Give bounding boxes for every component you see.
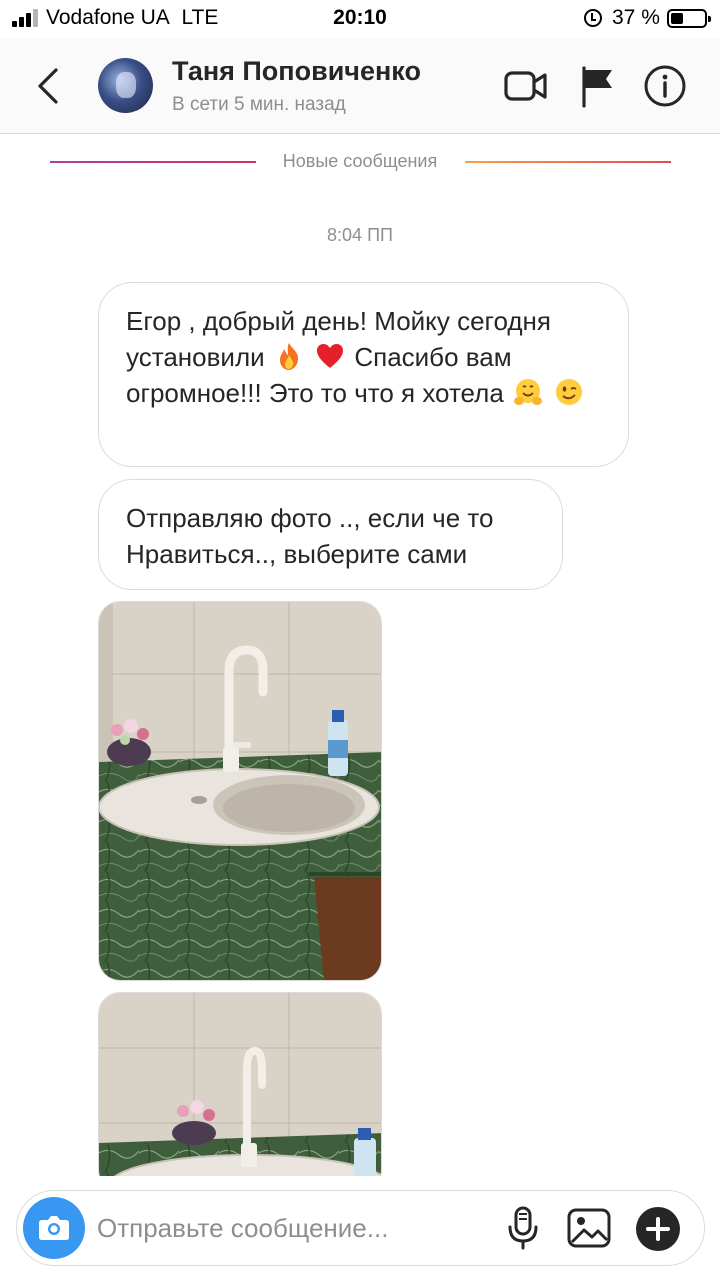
contact-name[interactable]: Таня Поповиченко [172, 56, 421, 87]
alarm-icon [584, 9, 602, 27]
gallery-icon[interactable] [566, 1206, 612, 1250]
message-timestamp: 8:04 ПП [327, 225, 393, 245]
divider-line [465, 161, 671, 163]
status-bar: Vodafone UA LTE 20:10 37 % [0, 0, 720, 38]
message-input[interactable] [97, 1209, 497, 1247]
battery-percent: 37 % [612, 6, 660, 29]
microphone-icon[interactable] [505, 1205, 541, 1251]
camera-icon[interactable] [23, 1197, 85, 1259]
kitchen-sink-photo[interactable] [98, 992, 382, 1192]
back-icon[interactable] [32, 66, 68, 106]
message-text: Нравиться.., выберите сами [126, 539, 468, 569]
new-messages-divider: Новые сообщения [0, 150, 720, 174]
hugging-face-emoji [513, 377, 543, 407]
video-call-icon[interactable] [503, 64, 549, 108]
battery-icon [667, 9, 711, 28]
message-bubble[interactable]: Отправляю фото .., если че то Нравиться.… [98, 479, 563, 590]
message-composer [16, 1190, 705, 1266]
avatar[interactable] [98, 58, 153, 113]
message-bubble[interactable]: Егор , добрый день! Мойку сегодня устано… [98, 282, 629, 467]
battery-fill [671, 13, 683, 24]
plus-icon[interactable] [636, 1207, 680, 1251]
chat-header: Таня Поповиченко В сети 5 мин. назад [0, 38, 720, 134]
winking-face-emoji [554, 377, 584, 407]
kitchen-sink-photo[interactable] [98, 601, 382, 981]
info-icon[interactable] [643, 64, 689, 108]
message-text: Отправляю фото .., если че то [126, 503, 494, 533]
fire-emoji [274, 341, 304, 371]
contact-status: В сети 5 мин. назад [172, 94, 346, 115]
flag-icon[interactable] [576, 64, 622, 108]
red-heart-emoji [315, 341, 345, 371]
